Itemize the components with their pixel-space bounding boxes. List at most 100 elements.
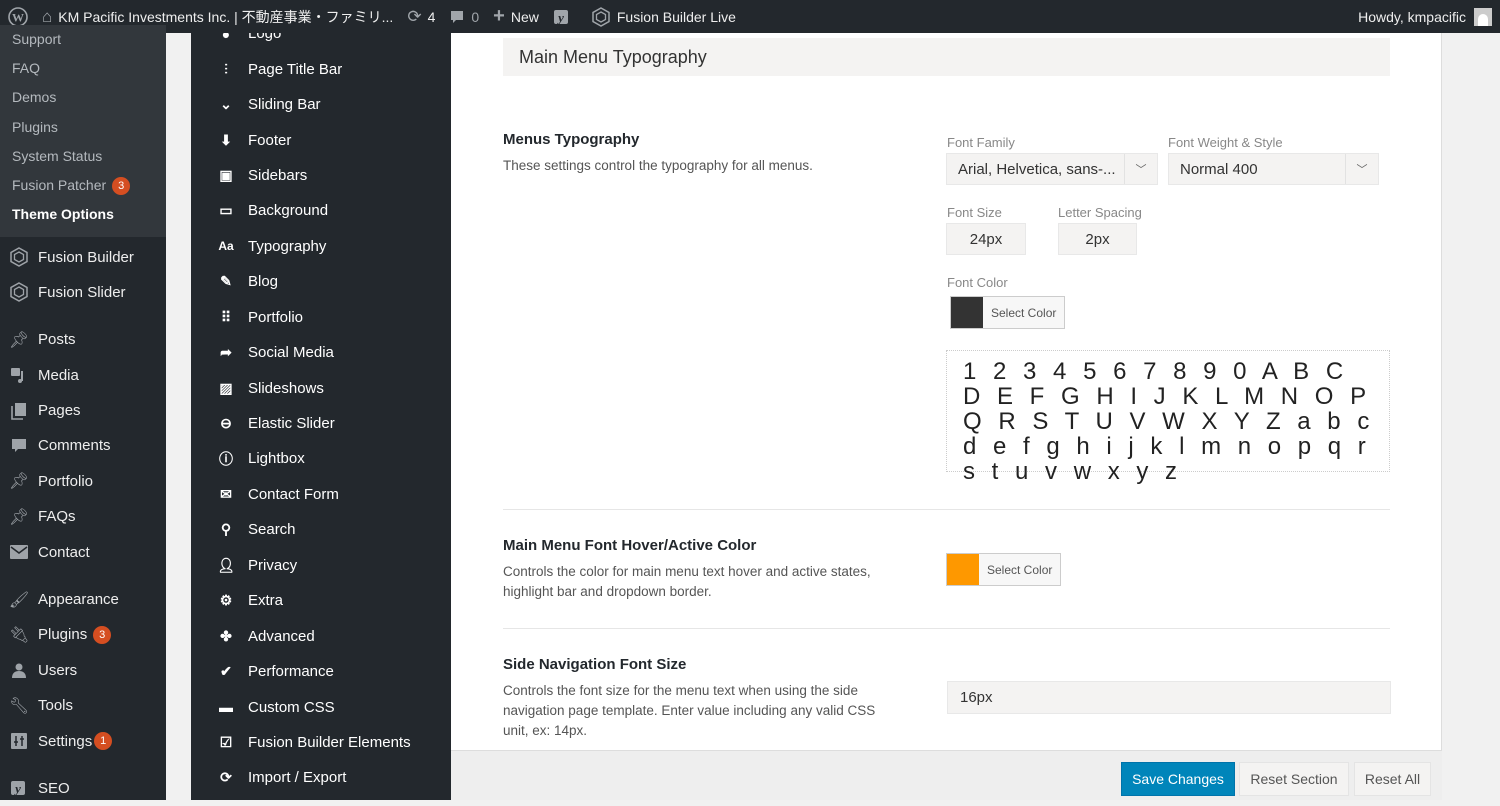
menu-item-fusion-builder[interactable]: Fusion Builder: [0, 239, 166, 274]
font-family-select[interactable]: Arial, Helvetica, sans-... ﹀: [946, 153, 1158, 185]
right-gutter: [1442, 33, 1500, 800]
menu-item-media[interactable]: Media: [0, 357, 166, 392]
chevron-down-icon: ﹀: [1124, 154, 1157, 184]
submenu-item-faq[interactable]: FAQ: [0, 54, 166, 83]
font-weight-label: Font Weight & Style: [1168, 135, 1283, 150]
to-nav-item-search[interactable]: ⚲ Search: [191, 512, 451, 547]
to-nav-item-elastic-slider[interactable]: ⊖ Elastic Slider: [191, 406, 451, 441]
my-account[interactable]: Howdy, kmpacific: [1358, 7, 1500, 26]
menu-item-pages[interactable]: Pages: [0, 393, 166, 428]
to-nav-item-portfolio[interactable]: ⠿ Portfolio: [191, 300, 451, 335]
gears-icon: ⚙: [219, 592, 233, 609]
submenu-item-demos[interactable]: Demos: [0, 83, 166, 112]
menu-item-comments[interactable]: Comments: [0, 428, 166, 463]
font-color-label: Font Color: [947, 275, 1008, 290]
menu-separator: [0, 759, 166, 771]
menus-typography-title: Menus Typography: [503, 131, 640, 148]
pin-icon: 📌︎: [8, 508, 30, 526]
divider: [503, 509, 1390, 510]
arrow-down-icon: ⬇: [220, 131, 232, 148]
submenu-item-support[interactable]: Support: [0, 25, 166, 54]
hover-color-title: Main Menu Font Hover/Active Color: [503, 537, 757, 554]
refresh-icon: ⟳: [220, 769, 232, 786]
comment-icon: [449, 9, 465, 25]
letter-spacing-input[interactable]: 2px: [1058, 223, 1137, 255]
typography-preview: 1 2 3 4 5 6 7 8 9 0 A B C D E F G H I J …: [946, 350, 1390, 484]
envelope-icon: ✉: [220, 485, 232, 502]
info-icon: ⓘ: [219, 450, 233, 467]
to-nav-item-contact-form[interactable]: ✉ Contact Form: [191, 477, 451, 512]
fusion-builder-live-link[interactable]: Fusion Builder Live: [584, 0, 743, 33]
to-nav-item-privacy[interactable]: 👤︎ Privacy: [191, 548, 451, 583]
submenu-item-fusion-patcher[interactable]: Fusion Patcher 3: [0, 171, 166, 200]
css-icon: ▬: [219, 699, 233, 716]
to-nav-item-performance[interactable]: ✔ Performance: [191, 654, 451, 689]
svg-text:y: y: [13, 781, 21, 796]
user-icon: [9, 660, 29, 680]
menu-item-contact[interactable]: Contact: [0, 534, 166, 569]
to-nav-item-logo[interactable]: ● Logo: [191, 33, 451, 51]
hover-color-picker[interactable]: Select Color: [946, 553, 1062, 586]
to-nav-item-social-media[interactable]: ➦ Social Media: [191, 335, 451, 370]
font-color-picker[interactable]: Select Color: [950, 296, 1066, 329]
menu-item-settings[interactable]: Settings 1: [0, 723, 166, 758]
yoast-icon: y: [553, 8, 571, 26]
mail-icon: [9, 542, 29, 562]
font-size-label: Font Size: [947, 205, 1002, 220]
menu-item-fusion-slider[interactable]: Fusion Slider: [0, 275, 166, 310]
to-nav-item-sliding-bar[interactable]: ⌄ Sliding Bar: [191, 87, 451, 122]
menu-item-tools[interactable]: 🔧︎ Tools: [0, 688, 166, 723]
reset-all-button[interactable]: Reset All: [1354, 762, 1431, 796]
menu-separator: [0, 570, 166, 582]
submenu-item-system-status[interactable]: System Status: [0, 142, 166, 171]
updates-count: 4: [427, 8, 436, 25]
comments-link[interactable]: 0: [442, 0, 486, 33]
menu-item-plugins[interactable]: 🔌︎ Plugins 3: [0, 617, 166, 652]
reset-section-button[interactable]: Reset Section: [1239, 762, 1349, 796]
yoast-icon: y: [9, 778, 29, 798]
menu-item-faqs[interactable]: 📌︎ FAQs: [0, 499, 166, 534]
to-nav-item-import-export[interactable]: ⟳ Import / Export: [191, 760, 451, 795]
menu-item-seo[interactable]: y SEO: [0, 771, 166, 806]
avatar: [1474, 7, 1492, 26]
to-nav-item-fusion-builder-elements[interactable]: ☑ Fusion Builder Elements: [191, 725, 451, 760]
sliders-icon: ⫶: [224, 60, 228, 77]
media-icon: [9, 365, 29, 385]
to-nav-item-lightbox[interactable]: ⓘ Lightbox: [191, 441, 451, 476]
submenu-item-plugins[interactable]: Plugins: [0, 113, 166, 142]
menu-item-appearance[interactable]: 🖌︎ Appearance: [0, 582, 166, 617]
home-icon: ⌂: [42, 6, 53, 26]
side-nav-font-size-description: Controls the font size for the menu text…: [503, 683, 876, 738]
to-nav-item-blog[interactable]: ✎ Blog: [191, 264, 451, 299]
to-nav-item-background[interactable]: ▭ Background: [191, 193, 451, 228]
to-nav-item-sidebars[interactable]: ▣ Sidebars: [191, 158, 451, 193]
user-icon: 👤︎: [217, 556, 235, 573]
menu-item-portfolio[interactable]: 📌︎ Portfolio: [0, 464, 166, 499]
menus-typography-description: These settings control the typography fo…: [503, 158, 813, 173]
menu-item-users[interactable]: Users: [0, 653, 166, 688]
updates-link[interactable]: ⟳ 4: [400, 0, 442, 33]
update-badge: 3: [112, 176, 131, 195]
new-content-link[interactable]: + New: [486, 0, 546, 33]
to-nav-item-typography[interactable]: Aa Typography: [191, 229, 451, 264]
side-nav-font-size-input[interactable]: 16px: [947, 681, 1391, 714]
submenu-item-theme-options[interactable]: Theme Options: [0, 200, 166, 229]
to-nav-item-custom-css[interactable]: ▬ Custom CSS: [191, 689, 451, 724]
monitor-icon: ▭: [219, 202, 233, 219]
brush-icon: 🖌︎: [8, 591, 30, 609]
yoast-seo-link[interactable]: y: [546, 0, 584, 33]
gutter: [166, 33, 191, 800]
to-nav-item-slideshows[interactable]: ▨ Slideshows: [191, 370, 451, 405]
menu-item-posts[interactable]: 📌︎ Posts: [0, 322, 166, 357]
font-size-input[interactable]: 24px: [946, 223, 1026, 255]
divider: [503, 628, 1390, 629]
to-nav-item-extra[interactable]: ⚙ Extra: [191, 583, 451, 618]
font-weight-select[interactable]: Normal 400 ﹀: [1168, 153, 1379, 185]
save-changes-button[interactable]: Save Changes: [1121, 762, 1235, 796]
fusion-icon: [591, 6, 611, 27]
to-nav-item-footer[interactable]: ⬇ Footer: [191, 122, 451, 157]
checkbox-icon: ☑: [219, 733, 233, 750]
to-nav-item-advanced[interactable]: ✤ Advanced: [191, 618, 451, 653]
options-panel: Main Menu Typography Menus Typography Th…: [451, 33, 1442, 750]
to-nav-item-page-title-bar[interactable]: ⫶ Page Title Bar: [191, 51, 451, 86]
